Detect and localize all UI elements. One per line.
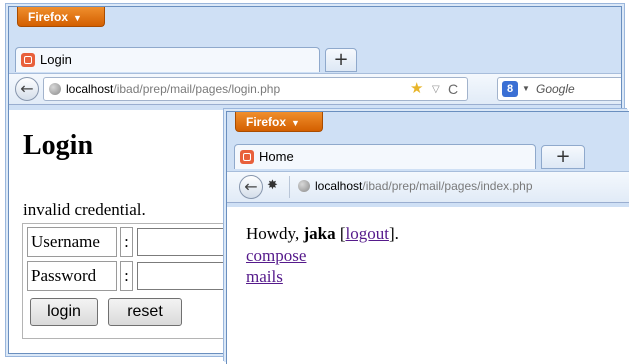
username-label: Username bbox=[27, 227, 117, 257]
back-button[interactable]: ← bbox=[239, 175, 263, 199]
tab-title: Home bbox=[259, 149, 294, 164]
greeting-prefix: Howdy, bbox=[246, 224, 304, 243]
firefox-menu-label: Firefox bbox=[246, 115, 287, 129]
page-favicon-icon bbox=[240, 150, 254, 164]
tab-strip: Home + bbox=[227, 140, 629, 170]
url-path: /ibad/prep/mail/pages/login.php bbox=[113, 82, 281, 96]
chevron-down-icon: ▼ bbox=[291, 118, 300, 128]
home-browser-window: Firefox ▼ Home + ← ✸ localhost/ibad/prep/… bbox=[226, 111, 629, 364]
new-tab-button[interactable]: + bbox=[541, 145, 585, 169]
mails-link[interactable]: mails bbox=[246, 267, 283, 287]
plus-icon: + bbox=[333, 49, 349, 70]
search-box[interactable]: 8 ▼ Google bbox=[497, 77, 621, 101]
url-bar[interactable]: localhost/ibad/prep/mail/pages/login.php… bbox=[43, 77, 468, 101]
bookmark-star-icon[interactable]: ★ bbox=[410, 78, 423, 100]
globe-icon bbox=[49, 83, 61, 95]
compose-link[interactable]: compose bbox=[246, 246, 306, 266]
navigation-toolbar: ← ✸ localhost/ibad/prep/mail/pages/index… bbox=[227, 171, 629, 203]
tab-title: Login bbox=[40, 52, 72, 67]
firefox-menu-button[interactable]: Firefox ▼ bbox=[17, 7, 105, 27]
reload-icon[interactable]: C bbox=[448, 78, 458, 100]
reset-button[interactable]: reset bbox=[108, 298, 182, 326]
new-tab-button[interactable]: + bbox=[325, 48, 357, 72]
plus-icon: + bbox=[555, 146, 571, 167]
password-label: Password bbox=[27, 261, 117, 291]
login-button[interactable]: login bbox=[30, 298, 98, 326]
tab-strip: Login + bbox=[9, 43, 621, 73]
password-colon: : bbox=[120, 261, 133, 291]
back-arrow-icon: ← bbox=[244, 177, 258, 196]
firefox-menu-label: Firefox bbox=[28, 10, 69, 24]
page-title: Login bbox=[23, 130, 94, 161]
back-button[interactable]: ← bbox=[15, 77, 39, 101]
error-message: invalid credential. bbox=[23, 200, 146, 219]
url-path: /ibad/prep/mail/pages/index.php bbox=[362, 179, 533, 193]
navigation-toolbar: ← localhost/ibad/prep/mail/pages/login.p… bbox=[9, 73, 621, 105]
google-engine-icon: 8 bbox=[502, 81, 518, 97]
url-host: localhost bbox=[66, 82, 114, 96]
url-host: localhost bbox=[315, 179, 363, 193]
logout-bracket-close: ]. bbox=[388, 224, 399, 243]
firefox-menu-button[interactable]: Firefox ▼ bbox=[235, 112, 323, 132]
globe-icon bbox=[298, 180, 310, 192]
history-dropdown-icon[interactable]: ▽ bbox=[432, 79, 440, 100]
search-placeholder: Google bbox=[536, 82, 575, 96]
chevron-down-icon: ▼ bbox=[73, 13, 82, 23]
greeting: Howdy, jaka [logout]. bbox=[246, 224, 399, 244]
page-favicon-icon bbox=[21, 53, 35, 67]
username-text: jaka bbox=[303, 224, 336, 243]
url-bar[interactable]: localhost/ibad/prep/mail/pages/index.php bbox=[293, 175, 629, 199]
username-colon: : bbox=[120, 227, 133, 257]
logout-link[interactable]: logout bbox=[346, 224, 389, 243]
tab-home[interactable]: Home bbox=[234, 144, 536, 169]
engine-dropdown-icon[interactable]: ▼ bbox=[522, 78, 530, 100]
home-page-content: Howdy, jaka [logout]. compose mails bbox=[227, 207, 629, 364]
back-arrow-icon: ← bbox=[20, 79, 34, 98]
logout-bracket-open: [ bbox=[335, 224, 346, 243]
identity-separator bbox=[277, 176, 290, 198]
tab-login[interactable]: Login bbox=[15, 47, 320, 72]
